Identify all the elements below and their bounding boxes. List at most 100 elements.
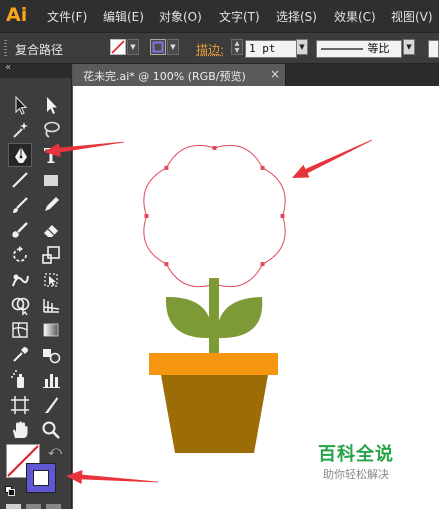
rotate-icon (13, 246, 27, 262)
scale-icon (42, 246, 60, 264)
stroke-weight-field[interactable]: 1 pt (245, 40, 297, 58)
selection-tool[interactable] (8, 93, 32, 117)
rectangle-icon (44, 175, 58, 186)
eyedropper-tool[interactable] (8, 343, 32, 367)
zoom-tool[interactable] (39, 418, 63, 442)
stem-shape[interactable] (209, 278, 219, 358)
mesh-tool[interactable] (8, 318, 32, 342)
zoom-magnifier-icon (42, 421, 60, 439)
type-tool[interactable] (39, 143, 63, 167)
magic-wand-tool[interactable] (8, 118, 32, 142)
pen-tool[interactable] (8, 143, 32, 167)
fill-swatch[interactable] (110, 39, 126, 55)
line-tool[interactable] (8, 168, 32, 192)
pot-rim-shape[interactable] (149, 353, 278, 375)
gradient-icon (43, 323, 59, 337)
menu-effect[interactable]: 效果(C) (334, 8, 376, 25)
right-leaf-shape[interactable] (216, 297, 263, 339)
none-mode-button[interactable] (46, 504, 61, 509)
watermark-title: 百科全说 (318, 444, 394, 465)
stroke-swatch[interactable] (150, 39, 166, 55)
menu-edit[interactable]: 编辑(E) (103, 8, 144, 25)
anchor-point[interactable] (144, 214, 149, 218)
fill-dropdown[interactable]: ▼ (127, 39, 139, 55)
stroke-profile-dropdown[interactable]: ▼ (403, 39, 415, 55)
default-colors-icon[interactable] (5, 485, 15, 496)
lasso-tool[interactable] (39, 118, 63, 142)
gradient-mode-button[interactable] (26, 504, 41, 509)
warp-tool[interactable] (8, 268, 32, 292)
line-segment-icon (12, 172, 28, 188)
rectangle-tool[interactable] (39, 168, 63, 192)
artboard-icon (11, 396, 29, 414)
artboard-canvas[interactable]: 百科全说 助你轻松解决 (73, 86, 439, 509)
direct-selection-arrow-icon (47, 97, 57, 114)
pen-nib-icon (15, 147, 27, 163)
menu-object[interactable]: 对象(O) (159, 8, 202, 25)
anchor-point[interactable] (164, 165, 169, 170)
menu-view[interactable]: 视图(V) (391, 8, 433, 25)
stroke-profile-line-icon (321, 48, 363, 50)
app-logo: Ai (6, 4, 28, 26)
anchor-point[interactable] (260, 262, 265, 267)
brush-definition-field[interactable] (428, 40, 439, 58)
menu-type[interactable]: 文字(T) (219, 8, 260, 25)
color-mode-button[interactable] (6, 504, 21, 509)
stroke-profile-label: 等比 (367, 42, 390, 55)
lasso-icon (44, 121, 60, 138)
stroke-color-icon (152, 41, 164, 53)
collapse-panel-icon[interactable]: « (5, 62, 11, 73)
warp-icon (12, 274, 29, 287)
hand-tool[interactable] (8, 418, 32, 442)
free-transform-tool[interactable] (39, 268, 63, 292)
stroke-swatch-inner (33, 470, 49, 486)
left-leaf-shape[interactable] (165, 296, 213, 339)
perspective-grid-tool[interactable] (39, 293, 63, 317)
paintbrush-tool[interactable] (8, 193, 32, 217)
stroke-label[interactable]: 描边: (196, 41, 224, 58)
pencil-tool[interactable] (39, 193, 63, 217)
swap-fill-stroke-icon[interactable]: ⤺ (48, 444, 64, 460)
column-graph-tool[interactable] (39, 368, 63, 392)
magic-wand-icon (13, 122, 28, 138)
eyedropper-icon (13, 347, 28, 362)
eraser-tool[interactable] (39, 218, 63, 242)
flower-outline-path[interactable] (143, 144, 286, 288)
symbol-sprayer-icon (11, 370, 24, 388)
stroke-profile-field[interactable]: 等比 (316, 40, 402, 58)
stroke-weight-stepper[interactable]: ▲ ▼ (231, 39, 243, 55)
anchor-point[interactable] (212, 146, 217, 150)
pot-body-shape[interactable] (161, 375, 268, 453)
stroke-color-swatch[interactable] (26, 463, 56, 493)
menu-file[interactable]: 文件(F) (47, 8, 87, 25)
type-t-icon (44, 148, 58, 163)
slice-tool[interactable] (39, 393, 63, 417)
document-tab-title: 花未完.ai* @ 100% (RGB/预览) (83, 70, 246, 83)
symbol-sprayer-tool[interactable] (8, 368, 32, 392)
pencil-icon (45, 197, 59, 211)
blend-tool[interactable] (39, 343, 63, 367)
none-fill-icon (111, 40, 125, 54)
mesh-icon (12, 322, 28, 338)
stroke-dropdown[interactable]: ▼ (167, 39, 179, 55)
control-bar-grip[interactable] (4, 40, 7, 56)
rotate-tool[interactable] (8, 243, 32, 267)
paintbrush-icon (13, 197, 28, 213)
document-tab[interactable]: 花未完.ai* @ 100% (RGB/预览) × (73, 64, 286, 86)
scale-tool[interactable] (39, 243, 63, 267)
close-icon[interactable]: × (270, 67, 280, 81)
blob-brush-tool[interactable] (8, 218, 32, 242)
perspective-grid-icon (43, 299, 60, 313)
direct-selection-tool[interactable] (39, 93, 63, 117)
gradient-tool[interactable] (39, 318, 63, 342)
artboard-tool[interactable] (8, 393, 32, 417)
menu-select[interactable]: 选择(S) (276, 8, 317, 25)
anchor-point[interactable] (280, 214, 285, 218)
document-tab-bar: 花未完.ai* @ 100% (RGB/预览) × (73, 64, 439, 86)
tools-panel-header: « (0, 62, 72, 78)
stroke-weight-dropdown[interactable]: ▼ (296, 39, 308, 55)
shape-builder-tool[interactable] (8, 293, 32, 317)
anchor-point[interactable] (164, 262, 169, 267)
anchor-point[interactable] (260, 165, 265, 170)
eraser-icon (44, 225, 58, 237)
